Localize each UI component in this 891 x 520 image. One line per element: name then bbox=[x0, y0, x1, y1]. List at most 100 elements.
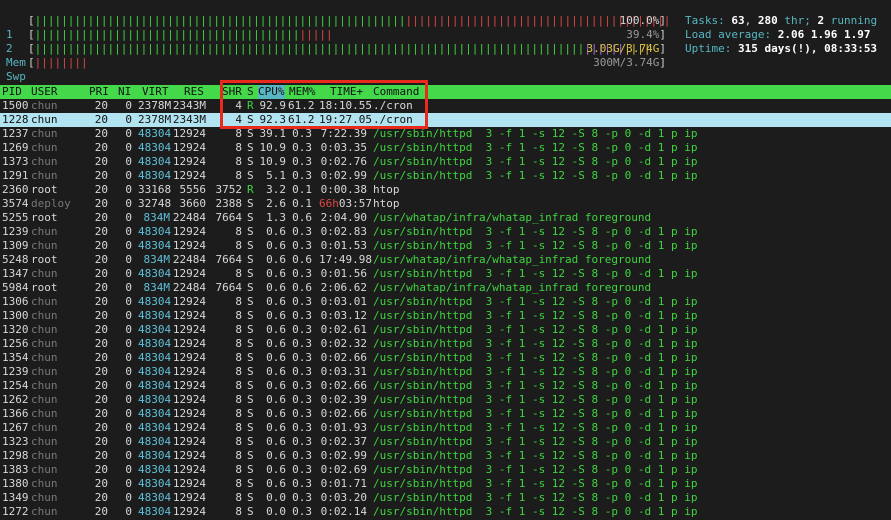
process-row[interactable]: 1349 chun 20 0 48304 12924 8 S 0.0 0.3 0:03.20/usr… bbox=[0, 491, 891, 505]
cell-shr: 4 bbox=[235, 113, 242, 126]
process-row[interactable]: 1380 chun 20 0 48304 12924 8 S 0.6 0.3 0:01.71/usr… bbox=[0, 477, 891, 491]
col-command[interactable]: Command bbox=[373, 85, 419, 99]
cell-cpu: 0.6 bbox=[266, 281, 286, 294]
cell-mem: 0.3 bbox=[292, 421, 312, 434]
process-row[interactable]: 1309 chun 20 0 48304 12924 8 S 0.6 0.3 0:01.53/usr… bbox=[0, 239, 891, 253]
cell-user: deploy bbox=[31, 197, 71, 210]
process-row[interactable]: 3574 deploy 20 0 32748 3660 2388 S 2.6 0.1 66h03:5… bbox=[0, 197, 891, 211]
cell-mem: 0.3 bbox=[292, 379, 312, 392]
process-row[interactable]: 1354 chun 20 0 48304 12924 8 S 0.6 0.3 0:02.66/usr… bbox=[0, 351, 891, 365]
cell-res: 22484 bbox=[172, 211, 206, 224]
process-row[interactable]: 1291 chun 20 0 48304 12924 8 S 5.1 0.3 0:02.99/usr… bbox=[0, 169, 891, 183]
cell-shr: 2388 bbox=[215, 197, 243, 210]
cell-st: S bbox=[247, 197, 254, 210]
col-cpu[interactable]: CPU% bbox=[258, 85, 285, 99]
cell-pri: 20 bbox=[94, 505, 108, 518]
cell-time: 0:03.20 bbox=[320, 491, 367, 504]
process-row[interactable]: 1239 chun 20 0 48304 12924 8 S 0.6 0.3 0:03.31/usr… bbox=[0, 365, 891, 379]
col-res[interactable]: RES bbox=[184, 85, 204, 99]
cell-ni: 0 bbox=[125, 309, 132, 322]
cell-cmd: /usr/sbin/httpd 3 -f 1 -s 12 -S 8 -p 0 -… bbox=[373, 295, 698, 308]
process-row[interactable]: 2360 root 20 0 33168 5556 3752 R 3.2 0.1 0:00.38 ht… bbox=[0, 183, 891, 197]
process-row[interactable]: 1300 chun 20 0 48304 12924 8 S 0.6 0.3 0:03.12/usr… bbox=[0, 309, 891, 323]
cell-res: 12924 bbox=[172, 365, 206, 378]
cell-shr: 8 bbox=[235, 267, 242, 280]
process-row[interactable]: 1256 chun 20 0 48304 12924 8 S 0.6 0.3 0:02.32/usr… bbox=[0, 337, 891, 351]
cell-user: chun bbox=[31, 99, 58, 112]
process-row[interactable]: 1347 chun 20 0 48304 12924 8 S 0.6 0.3 0:01.56/usr… bbox=[0, 267, 891, 281]
process-row[interactable]: 1320 chun 20 0 48304 12924 8 S 0.6 0.3 0:02.61/usr… bbox=[0, 323, 891, 337]
cpu1-bar: [|||||||||||||||||||||||||||||||||||||||… bbox=[28, 14, 668, 27]
cell-ni: 0 bbox=[125, 323, 132, 336]
cell-ni: 0 bbox=[125, 463, 132, 476]
col-virt[interactable]: VIRT bbox=[142, 85, 169, 99]
col-pid[interactable]: PID bbox=[2, 85, 22, 99]
col-mem[interactable]: MEM% bbox=[289, 85, 316, 99]
cell-cmd: htop bbox=[373, 197, 400, 210]
cell-ni: 0 bbox=[125, 435, 132, 448]
cell-virt: 48304 bbox=[138, 365, 172, 378]
process-row[interactable]: 1383 chun 20 0 48304 12924 8 S 0.6 0.3 0:02.69/usr… bbox=[0, 463, 891, 477]
cell-ni: 0 bbox=[125, 197, 132, 210]
process-row[interactable]: 1254 chun 20 0 48304 12924 8 S 0.6 0.3 0:02.66/usr… bbox=[0, 379, 891, 393]
cell-shr: 3752 bbox=[215, 183, 243, 196]
cell-shr: 8 bbox=[235, 491, 242, 504]
cell-user: chun bbox=[31, 449, 58, 462]
process-row[interactable]: 1373 chun 20 0 48304 12924 8 S 10.9 0.3 0:02.76/us… bbox=[0, 155, 891, 169]
col-user[interactable]: USER bbox=[31, 85, 58, 99]
process-row[interactable]: 1262 chun 20 0 48304 12924 8 S 0.6 0.3 0:02.39/usr… bbox=[0, 393, 891, 407]
cell-cmd: /usr/sbin/httpd 3 -f 1 -s 12 -S 8 -p 0 -… bbox=[373, 449, 698, 462]
cell-st: S bbox=[247, 477, 254, 490]
process-row[interactable]: 1323 chun 20 0 48304 12924 8 S 0.6 0.3 0:02.37/usr… bbox=[0, 435, 891, 449]
process-row[interactable]: 1306 chun 20 0 48304 12924 8 S 0.6 0.3 0:03.01/usr… bbox=[0, 295, 891, 309]
process-row[interactable]: 5984 root 20 0 834M 22484 7664 S 0.6 0.6 2:06.62/u… bbox=[0, 281, 891, 295]
cell-pri: 20 bbox=[94, 169, 108, 182]
cell-ni: 0 bbox=[125, 239, 132, 252]
cell-time: 0:03.12 bbox=[320, 309, 367, 322]
cell-user: chun bbox=[31, 295, 58, 308]
cell-cpu: 0.0 bbox=[266, 491, 286, 504]
cell-cpu: 0.6 bbox=[266, 239, 286, 252]
cell-user: chun bbox=[31, 421, 58, 434]
cell-cpu: 0.6 bbox=[266, 449, 286, 462]
cell-time: 0:02.14 bbox=[320, 505, 367, 518]
process-row[interactable]: 1237 chun 20 0 48304 12924 8 S 39.1 0.3 7:22.39/us… bbox=[0, 127, 891, 141]
cell-time: 0:02.61 bbox=[320, 323, 367, 336]
process-row[interactable]: 5248 root 20 0 834M 22484 7664 S 0.6 0.6 17:49.98/… bbox=[0, 253, 891, 267]
meter-label: Swp bbox=[6, 70, 26, 83]
cell-shr: 8 bbox=[235, 337, 242, 350]
cell-cpu: 0.6 bbox=[266, 477, 286, 490]
process-row[interactable]: 1272 chun 20 0 48304 12924 8 S 0.0 0.3 0:02.14/usr… bbox=[0, 505, 891, 519]
cell-virt: 48304 bbox=[138, 505, 172, 518]
cell-cpu: 0.6 bbox=[266, 225, 286, 238]
process-row[interactable]: 1298 chun 20 0 48304 12924 8 S 0.6 0.3 0:02.99/usr… bbox=[0, 449, 891, 463]
col-state[interactable]: S bbox=[247, 85, 254, 99]
cell-pid: 1309 bbox=[2, 239, 29, 252]
cell-pid: 1298 bbox=[2, 449, 29, 462]
cell-pid: 1347 bbox=[2, 267, 29, 280]
cell-cpu: 0.6 bbox=[266, 337, 286, 350]
col-pri[interactable]: PRI bbox=[89, 85, 109, 99]
process-row[interactable]: 1239 chun 20 0 48304 12924 8 S 0.6 0.3 0:02.83/usr… bbox=[0, 225, 891, 239]
col-shr[interactable]: SHR bbox=[222, 85, 242, 99]
cell-res: 3660 bbox=[179, 197, 207, 210]
cell-shr: 8 bbox=[235, 379, 242, 392]
cell-pri: 20 bbox=[94, 141, 108, 154]
process-row[interactable]: 1269 chun 20 0 48304 12924 8 S 10.9 0.3 0:03.35/us… bbox=[0, 141, 891, 155]
process-row[interactable]: 1267 chun 20 0 48304 12924 8 S 0.6 0.3 0:01.93/usr… bbox=[0, 421, 891, 435]
mem-bar: [|||||||||||||||||||||||||||||||||||||||… bbox=[28, 42, 651, 55]
cell-mem: 0.3 bbox=[292, 239, 312, 252]
cell-shr: 8 bbox=[235, 155, 242, 168]
process-row[interactable]: 1366 chun 20 0 48304 12924 8 S 0.6 0.3 0:02.66/usr… bbox=[0, 407, 891, 421]
cell-time: 0:01.56 bbox=[320, 267, 367, 280]
cell-shr: 8 bbox=[235, 225, 242, 238]
col-time[interactable]: TIME+ bbox=[330, 85, 363, 99]
process-list[interactable]: 1500 chun 20 0 2378M 2343M 4 R 92.9 61.2 18:10.55.… bbox=[0, 99, 891, 519]
process-row[interactable]: 1228 chun 20 0 2378M 2343M 4 S 92.3 61.2 19:27.05.… bbox=[0, 113, 891, 127]
cell-ni: 0 bbox=[125, 449, 132, 462]
col-ni[interactable]: NI bbox=[118, 85, 131, 99]
process-row[interactable]: 5255 root 20 0 834M 22484 7664 S 1.3 0.6 2:04.90/u… bbox=[0, 211, 891, 225]
process-row[interactable]: 1500 chun 20 0 2378M 2343M 4 R 92.9 61.2 18:10.55.… bbox=[0, 99, 891, 113]
cell-cmd: /usr/sbin/httpd 3 -f 1 -s 12 -S 8 -p 0 -… bbox=[373, 155, 698, 168]
cell-user: chun bbox=[31, 393, 58, 406]
